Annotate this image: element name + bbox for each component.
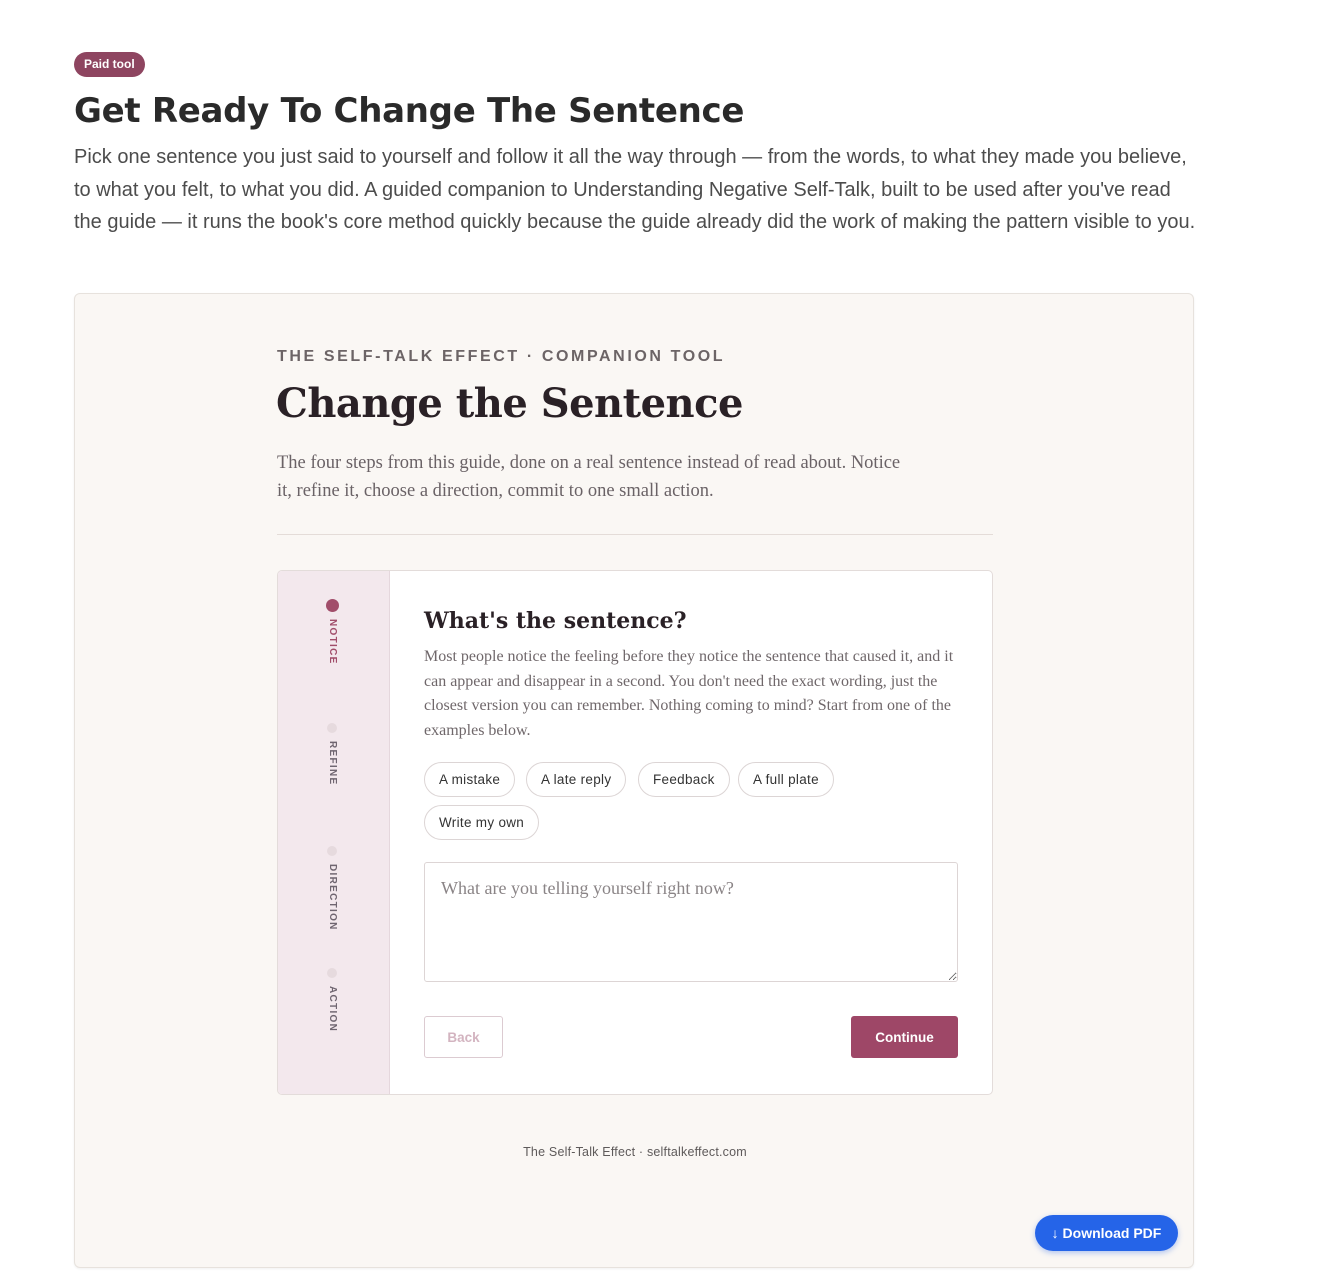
step-dot-icon xyxy=(327,723,337,733)
step-dot-icon xyxy=(327,968,337,978)
step-label: DIRECTION xyxy=(327,864,338,931)
chip-a-mistake[interactable]: A mistake xyxy=(424,762,516,797)
tool-description: The four steps from this guide, done on … xyxy=(277,453,901,501)
paid-tool-badge: Paid tool xyxy=(74,52,145,77)
divider xyxy=(277,534,993,535)
step-dot-icon xyxy=(326,599,339,612)
step-rail: NOTICE REFINE DIRECTION ACTION xyxy=(278,571,390,1094)
chip-a-late-reply[interactable]: A late reply xyxy=(526,762,627,797)
sentence-input[interactable] xyxy=(424,862,958,982)
page-title: Get Ready To Change The Sentence xyxy=(74,91,745,131)
tool-frame: THE SELF-TALK EFFECT · COMPANION TOOL Ch… xyxy=(74,293,1194,1268)
continue-button[interactable]: Continue xyxy=(851,1016,958,1058)
tool-footer: The Self-Talk Effect · selftalkeffect.co… xyxy=(523,1145,747,1159)
back-button[interactable]: Back xyxy=(424,1016,503,1058)
tool-kicker: THE SELF-TALK EFFECT · COMPANION TOOL xyxy=(277,348,726,365)
step-dot-icon xyxy=(327,846,337,856)
question-title: What's the sentence? xyxy=(424,608,687,634)
step-label: ACTION xyxy=(327,986,338,1033)
chip-feedback[interactable]: Feedback xyxy=(638,762,730,797)
step-card: NOTICE REFINE DIRECTION ACTION What's th… xyxy=(277,570,993,1095)
step-label: REFINE xyxy=(327,741,338,786)
page-intro: Pick one sentence you just said to yours… xyxy=(74,146,1196,233)
question-description: Most people notice the feeling before th… xyxy=(424,648,954,740)
tool-title: Change the Sentence xyxy=(276,380,743,427)
page: Paid tool Get Ready To Change The Senten… xyxy=(0,0,1332,1280)
chip-a-full-plate[interactable]: A full plate xyxy=(738,762,834,797)
step-label: NOTICE xyxy=(327,619,338,665)
download-pdf-button[interactable]: ↓ Download PDF xyxy=(1035,1215,1178,1251)
chip-write-my-own[interactable]: Write my own xyxy=(424,805,540,840)
